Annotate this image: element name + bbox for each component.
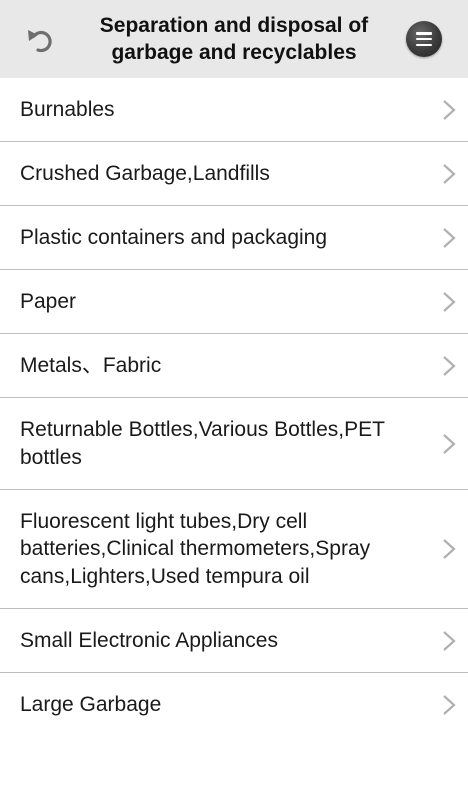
list-item-label: Paper <box>20 289 77 313</box>
list-item-label: Burnables <box>20 97 115 121</box>
list-item-hazardous[interactable]: Fluorescent light tubes,Dry cell batteri… <box>0 490 468 609</box>
back-button[interactable] <box>22 22 58 58</box>
menu-button[interactable] <box>406 21 442 57</box>
chevron-right-icon <box>443 433 456 454</box>
list-item-plastic-containers[interactable]: Plastic containers and packaging <box>0 206 468 270</box>
category-list: Burnables Crushed Garbage,Landfills Plas… <box>0 78 468 737</box>
list-item-label: Crushed Garbage,Landfills <box>20 161 270 185</box>
chevron-right-icon <box>443 630 456 651</box>
list-item-label: Plastic containers and packaging <box>20 225 328 249</box>
list-item-large-garbage[interactable]: Large Garbage <box>0 673 468 737</box>
chevron-right-icon <box>443 291 456 312</box>
list-item-label: Fluorescent light tubes,Dry cell batteri… <box>20 509 371 588</box>
list-item-bottles[interactable]: Returnable Bottles,Various Bottles,PET b… <box>0 398 468 490</box>
list-item-label: Large Garbage <box>20 693 162 717</box>
chevron-right-icon <box>443 99 456 120</box>
page-title: Separation and disposal of garbage and r… <box>99 14 369 64</box>
list-item-metals-fabric[interactable]: Metals、Fabric <box>0 334 468 398</box>
chevron-right-icon <box>443 227 456 248</box>
chevron-right-icon <box>443 355 456 376</box>
app-header: Separation and disposal of garbage and r… <box>0 0 468 78</box>
undo-arrow-icon <box>28 30 52 53</box>
list-item-paper[interactable]: Paper <box>0 270 468 334</box>
list-item-small-appliances[interactable]: Small Electronic Appliances <box>0 609 468 673</box>
chevron-right-icon <box>443 163 456 184</box>
chevron-right-icon <box>443 539 456 559</box>
list-item-label: Returnable Bottles,Various Bottles,PET b… <box>20 418 385 469</box>
chevron-right-icon <box>443 695 456 715</box>
list-item-label: Small Electronic Appliances <box>20 628 278 652</box>
list-item-label: Metals、Fabric <box>20 353 162 377</box>
list-item-burnables[interactable]: Burnables <box>0 78 468 142</box>
hamburger-menu-icon <box>416 32 432 46</box>
list-item-crushed-garbage[interactable]: Crushed Garbage,Landfills <box>0 142 468 206</box>
